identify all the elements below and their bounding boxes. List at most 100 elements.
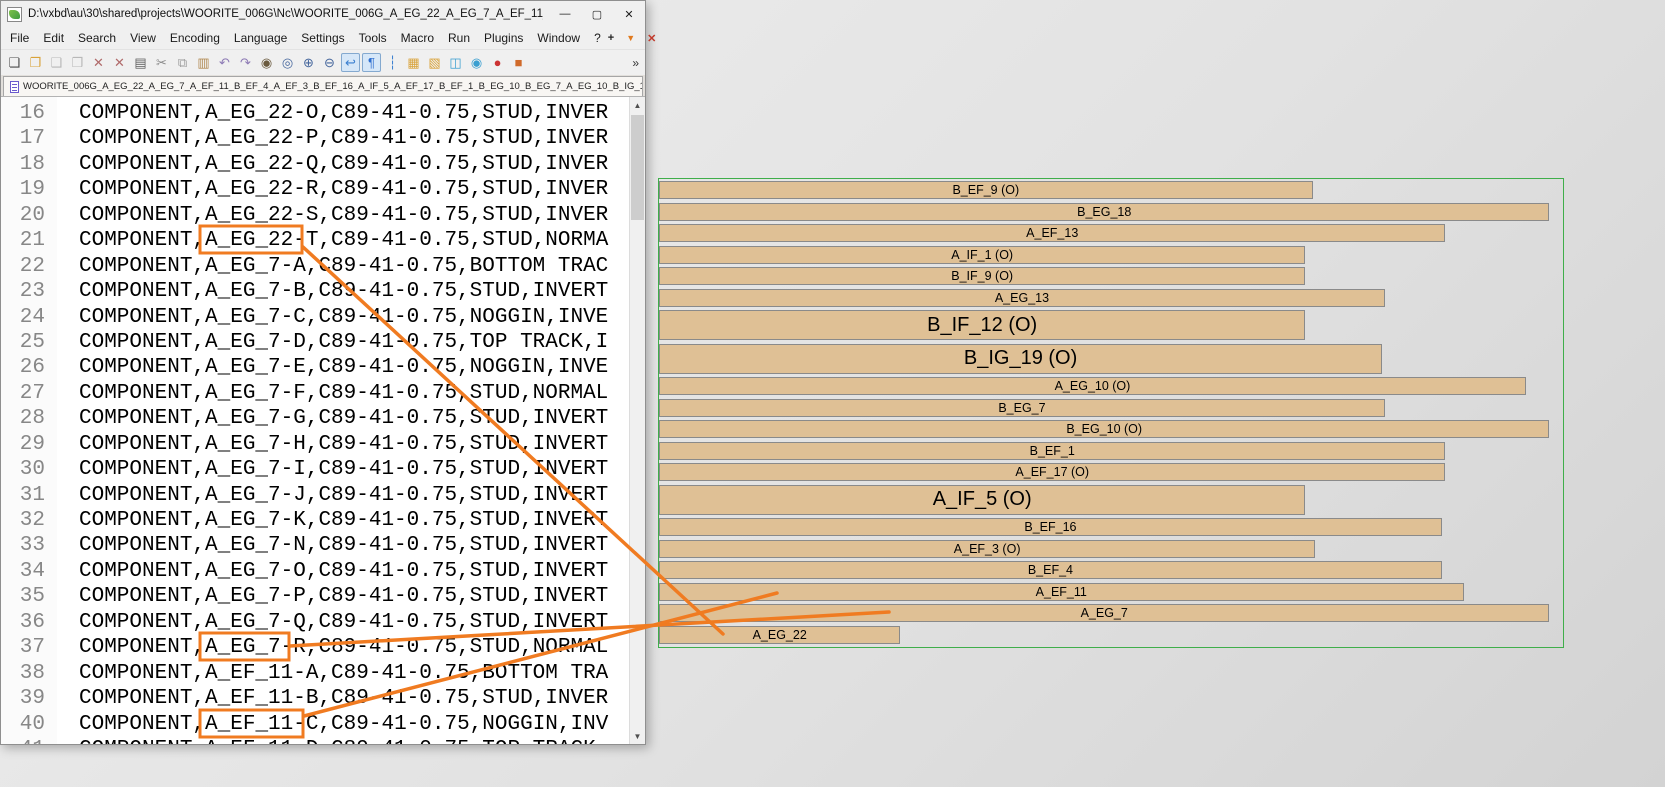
scroll-down-arrow-icon[interactable]: ▼ xyxy=(630,728,645,744)
toolbar-icons: ❏❐❑❒✕✕▤✂⧉▥↶↷◉◎⊕⊖↩¶┆▦▧◫◉●■ xyxy=(5,53,528,72)
code-line: COMPONENT,A_EG_7-E,C89-41-0.75,NOGGIN,IN… xyxy=(79,355,629,380)
scroll-up-arrow-icon[interactable]: ▲ xyxy=(630,97,645,113)
bar-label: B_EF_4 xyxy=(1028,563,1073,577)
tab-bar: WOORITE_006G_A_EG_22_A_EG_7_A_EF_11_B_EF… xyxy=(1,75,645,97)
panel-layout-diagram: B_EF_9 (O)B_EG_18A_EF_13A_IF_1 (O)B_IF_9… xyxy=(658,178,1564,648)
line-number: 24 xyxy=(1,305,45,330)
line-number: 39 xyxy=(1,686,45,711)
diagram-bar-a-eg-7: A_EG_7 xyxy=(659,604,1549,622)
bar-label: B_IF_12 (O) xyxy=(927,314,1037,337)
tab-list-dropdown-icon[interactable]: ▼ xyxy=(626,33,635,43)
minimize-button[interactable]: — xyxy=(549,1,581,27)
zoom-in-icon[interactable]: ⊕ xyxy=(299,53,318,72)
code-line: COMPONENT,A_EF_11-C,C89-41-0.75,NOGGIN,I… xyxy=(79,712,629,737)
bar-label: A_IF_5 (O) xyxy=(933,488,1032,511)
menu-[interactable]: ? xyxy=(587,28,608,48)
menu-language[interactable]: Language xyxy=(227,28,294,48)
paste-icon[interactable]: ▥ xyxy=(194,53,213,72)
highlighted-token: A_EG_7 xyxy=(205,636,281,659)
function-list-icon[interactable]: ▧ xyxy=(425,53,444,72)
window-title: D:\vxbd\au\30\shared\projects\WOORITE_00… xyxy=(28,8,543,20)
editor-area: 1617181920212223242526272829303132333435… xyxy=(1,97,645,744)
line-number: 41 xyxy=(1,737,45,744)
close-document-icon[interactable]: ✕ xyxy=(89,53,108,72)
code-line: COMPONENT,A_EG_7-Q,C89-41-0.75,STUD,INVE… xyxy=(79,610,629,635)
bar-label: B_EG_7 xyxy=(998,401,1045,415)
replace-icon[interactable]: ◎ xyxy=(278,53,297,72)
document-map-icon[interactable]: ▦ xyxy=(404,53,423,72)
line-number: 25 xyxy=(1,330,45,355)
menu-window[interactable]: Window xyxy=(530,28,587,48)
undo-icon[interactable]: ↶ xyxy=(215,53,234,72)
line-number: 31 xyxy=(1,483,45,508)
line-number: 28 xyxy=(1,406,45,431)
code-line: COMPONENT,A_EG_7-O,C89-41-0.75,STUD,INVE… xyxy=(79,559,629,584)
code-line: COMPONENT,A_EF_11-D,C89-41-0.75,TOP TRAC… xyxy=(79,737,629,744)
line-number: 18 xyxy=(1,152,45,177)
menu-run[interactable]: Run xyxy=(441,28,477,48)
new-file-icon[interactable]: ❏ xyxy=(5,53,24,72)
indent-guide-icon[interactable]: ┆ xyxy=(383,53,402,72)
save-icon[interactable]: ❑ xyxy=(47,53,66,72)
print-icon[interactable]: ▤ xyxy=(131,53,150,72)
toolbar-overflow-chevron[interactable]: » xyxy=(632,56,645,70)
menu-file[interactable]: File xyxy=(3,28,36,48)
title-bar[interactable]: D:\vxbd\au\30\shared\projects\WOORITE_00… xyxy=(1,1,645,27)
line-number: 17 xyxy=(1,126,45,151)
bar-label: A_EG_13 xyxy=(995,291,1049,305)
menu-macro[interactable]: Macro xyxy=(394,28,441,48)
code-line: COMPONENT,A_EG_7-B,C89-41-0.75,STUD,INVE… xyxy=(79,279,629,304)
save-all-icon[interactable]: ❒ xyxy=(68,53,87,72)
new-tab-button[interactable]: + xyxy=(608,32,614,44)
close-all-icon[interactable]: ✕ xyxy=(110,53,129,72)
bar-label: B_EF_16 xyxy=(1024,520,1076,534)
menu-search[interactable]: Search xyxy=(71,28,123,48)
line-number: 20 xyxy=(1,203,45,228)
copy-icon[interactable]: ⧉ xyxy=(173,53,192,72)
diagram-bar-b-ef-9-o: B_EF_9 (O) xyxy=(659,181,1313,199)
show-all-chars-icon[interactable]: ¶ xyxy=(362,53,381,72)
bar-label: A_EG_10 (O) xyxy=(1055,379,1131,393)
monitoring-eye-icon[interactable]: ◉ xyxy=(467,53,486,72)
bar-label: B_IG_19 (O) xyxy=(964,347,1077,370)
bar-label: B_EF_1 xyxy=(1030,444,1075,458)
bar-label: A_EF_17 (O) xyxy=(1015,465,1089,479)
line-number: 36 xyxy=(1,610,45,635)
bar-label: A_EG_7 xyxy=(1081,606,1128,620)
menu-tools[interactable]: Tools xyxy=(352,28,394,48)
window-controls: — ▢ ✕ xyxy=(549,1,645,27)
menu-extras: + ▼ ✕ xyxy=(608,32,667,45)
maximize-button[interactable]: ▢ xyxy=(581,1,613,27)
code-line: COMPONENT,A_EG_22-R,C89-41-0.75,STUD,INV… xyxy=(79,177,629,202)
find-icon[interactable]: ◉ xyxy=(257,53,276,72)
line-number: 32 xyxy=(1,508,45,533)
menu-settings[interactable]: Settings xyxy=(294,28,351,48)
code-line: COMPONENT,A_EF_11-B,C89-41-0.75,STUD,INV… xyxy=(79,686,629,711)
diagram-bar-a-eg-22: A_EG_22 xyxy=(659,626,900,644)
redo-icon[interactable]: ↷ xyxy=(236,53,255,72)
line-number: 21 xyxy=(1,228,45,253)
menu-edit[interactable]: Edit xyxy=(36,28,71,48)
vertical-scrollbar[interactable]: ▲ ▼ xyxy=(629,97,645,744)
macro-record-icon[interactable]: ● xyxy=(488,53,507,72)
tab-woorite-file[interactable]: WOORITE_006G_A_EG_22_A_EG_7_A_EF_11_B_EF… xyxy=(3,76,643,96)
line-number: 40 xyxy=(1,712,45,737)
menu-encoding[interactable]: Encoding xyxy=(163,28,227,48)
line-number: 37 xyxy=(1,635,45,660)
menu-view[interactable]: View xyxy=(123,28,163,48)
word-wrap-icon[interactable]: ↩ xyxy=(341,53,360,72)
cut-icon[interactable]: ✂ xyxy=(152,53,171,72)
folder-workspace-icon[interactable]: ◫ xyxy=(446,53,465,72)
diagram-bar-b-eg-7: B_EG_7 xyxy=(659,399,1385,417)
code-text-area[interactable]: COMPONENT,A_EG_22-O,C89-41-0.75,STUD,INV… xyxy=(57,97,629,744)
open-folder-icon[interactable]: ❐ xyxy=(26,53,45,72)
close-button[interactable]: ✕ xyxy=(613,1,645,27)
bar-label: B_EF_9 (O) xyxy=(952,183,1019,197)
menu-bar: FileEditSearchViewEncodingLanguageSettin… xyxy=(1,27,645,49)
menu-plugins[interactable]: Plugins xyxy=(477,28,530,48)
code-line: COMPONENT,A_EG_7-C,C89-41-0.75,NOGGIN,IN… xyxy=(79,305,629,330)
close-document-button[interactable]: ✕ xyxy=(647,32,656,45)
zoom-out-icon[interactable]: ⊖ xyxy=(320,53,339,72)
macro-stop-icon[interactable]: ■ xyxy=(509,53,528,72)
scroll-thumb[interactable] xyxy=(631,115,644,220)
